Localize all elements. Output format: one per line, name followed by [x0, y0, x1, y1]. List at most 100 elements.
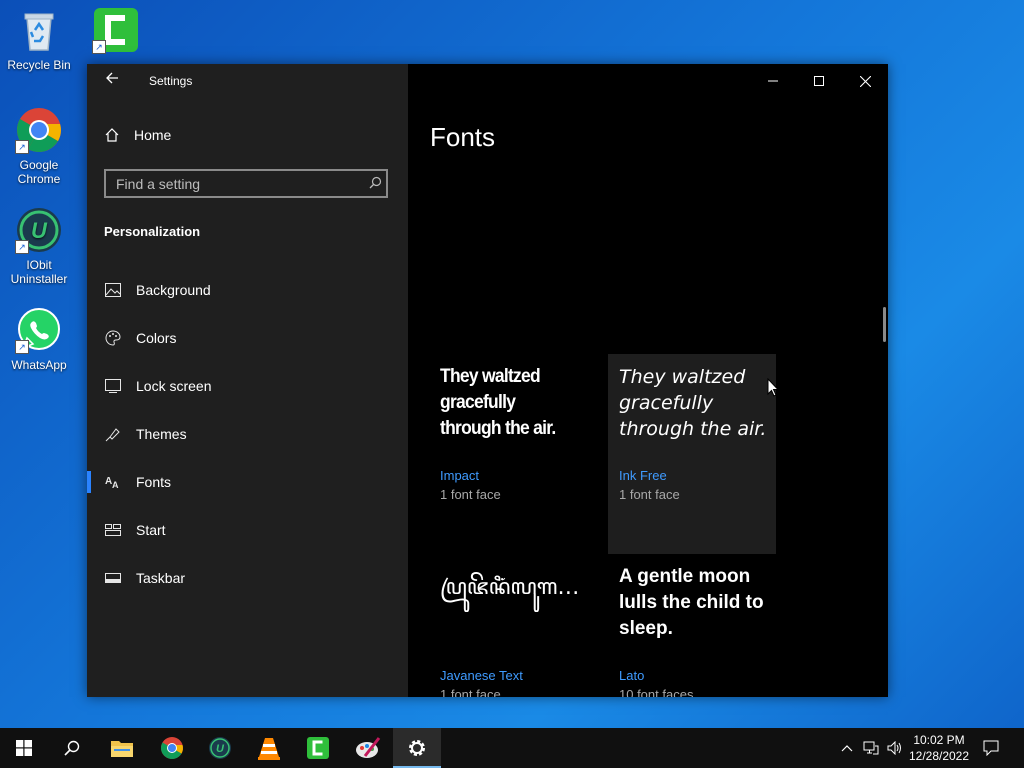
paint-icon [356, 737, 381, 758]
show-hidden-icons-button[interactable] [838, 728, 856, 768]
taskbar-iobit-uninstaller[interactable]: U [196, 728, 244, 768]
nav-item-label: Start [136, 522, 166, 538]
taskbar-icon [104, 573, 122, 583]
network-button[interactable] [860, 728, 882, 768]
desktop-icon-chrome[interactable]: ↗ Google Chrome [1, 106, 77, 186]
nav-item-taskbar[interactable]: Taskbar [87, 554, 408, 602]
close-icon [859, 75, 871, 87]
font-card-lato[interactable]: A gentle moon lulls the child to sleep. … [608, 554, 776, 697]
nav-item-label: Themes [136, 426, 187, 442]
palette-icon [104, 330, 122, 346]
nav-item-colors[interactable]: Colors [87, 314, 408, 362]
back-button[interactable] [100, 70, 124, 92]
shortcut-arrow-icon: ↗ [15, 140, 29, 154]
nav-item-label: Taskbar [136, 570, 186, 586]
taskbar-file-explorer[interactable] [98, 728, 146, 768]
nav-item-themes[interactable]: Themes [87, 410, 408, 458]
start-button[interactable] [0, 728, 48, 768]
settings-content-pane: Fonts They waltzed gracefully through th… [408, 64, 888, 697]
taskbar-paint[interactable] [344, 728, 392, 768]
nav-item-background[interactable]: Background [87, 266, 408, 314]
vlc-icon [258, 738, 280, 760]
font-face-count: 1 font face [619, 487, 680, 502]
window-title: Settings [149, 74, 193, 88]
font-name: Ink Free [619, 468, 667, 483]
taskbar-vlc[interactable] [245, 728, 293, 768]
clock-date: 12/28/2022 [908, 749, 970, 763]
shortcut-arrow-icon: ↗ [15, 240, 29, 254]
close-button[interactable] [842, 64, 888, 98]
svg-text:A: A [112, 480, 119, 489]
desktop-icon-iobit[interactable]: U ↗ IObit Uninstaller [1, 206, 77, 286]
nav-item-fonts[interactable]: AA Fonts [87, 458, 408, 506]
font-name: Lato [619, 668, 645, 683]
desktop-icon-label: Google Chrome [17, 158, 61, 186]
back-arrow-icon [106, 72, 118, 84]
font-card-impact[interactable]: They waltzed gracefully through the air.… [429, 354, 597, 554]
font-name: Impact [440, 468, 480, 483]
windows-logo-icon [16, 740, 32, 756]
taskbar-search-button[interactable] [48, 728, 96, 768]
nav-menu: Background Colors Lock screen Themes A A… [87, 266, 408, 602]
chevron-up-icon [841, 745, 853, 752]
settings-gear-icon [409, 740, 425, 756]
notification-icon [983, 740, 999, 756]
nav-item-label: Lock screen [136, 378, 212, 394]
fonts-icon: AA [104, 475, 122, 489]
maximize-icon [814, 76, 824, 86]
font-sample: A gentle moon lulls the child to sleep. [619, 566, 764, 639]
iobit-uninstaller-icon: U [209, 737, 231, 759]
desktop-icon-camtasia[interactable]: ↗ [78, 6, 154, 58]
svg-text:U: U [31, 218, 48, 243]
minimize-button[interactable] [750, 64, 796, 98]
nav-item-label: Fonts [136, 474, 172, 490]
font-sample: They waltzed gracefully through the air. [440, 366, 556, 439]
font-face-count: 1 font face [440, 487, 501, 502]
start-icon [104, 524, 122, 536]
search-icon[interactable] [364, 176, 386, 192]
settings-nav-pane: Settings Home Personalization Background [87, 64, 408, 697]
taskbar: U 10:02 PM 12/28/2022 [0, 728, 1024, 768]
home-icon [105, 128, 119, 142]
camtasia-icon: ↗ [92, 6, 140, 54]
desktop-icon-label: Recycle Bin [7, 58, 71, 72]
taskbar-clock[interactable]: 10:02 PM 12/28/2022 [900, 732, 978, 764]
taskbar-chrome[interactable] [148, 728, 196, 768]
font-card-ink-free[interactable]: They waltzed gracefully through the air.… [608, 354, 776, 554]
desktop-icon-whatsapp[interactable]: ↗ WhatsApp [1, 306, 77, 372]
shortcut-arrow-icon: ↗ [92, 40, 106, 54]
maximize-button[interactable] [796, 64, 842, 98]
font-sample: They waltzed gracefully through the air. [619, 366, 767, 440]
nav-item-start[interactable]: Start [87, 506, 408, 554]
font-name: Javanese Text [440, 668, 523, 683]
font-card-javanese-text[interactable]: ꦥꦿꦸꦗꦼꦤꦶꦁꦭꦸꦒ… Javanese Text 1 font face [429, 554, 597, 697]
themes-icon [104, 426, 122, 442]
home-link[interactable]: Home [104, 127, 171, 143]
nav-item-label: Colors [136, 330, 177, 346]
mouse-cursor-icon [767, 378, 779, 397]
nav-item-label: Background [136, 282, 211, 298]
chrome-icon: ↗ [15, 106, 63, 154]
scrollbar-thumb[interactable] [883, 307, 886, 342]
shortcut-arrow-icon: ↗ [15, 340, 29, 354]
taskbar-camtasia[interactable] [294, 728, 342, 768]
iobit-uninstaller-icon: U ↗ [15, 206, 63, 254]
nav-item-lock-screen[interactable]: Lock screen [87, 362, 408, 410]
search-box[interactable] [104, 169, 388, 198]
file-explorer-icon [111, 741, 133, 757]
section-heading: Personalization [104, 224, 201, 239]
desktop-icon-label: IObit Uninstaller [10, 258, 68, 286]
network-icon [863, 741, 879, 755]
lock-screen-icon [104, 379, 122, 393]
desktop-icon-label: WhatsApp [11, 358, 67, 372]
search-input[interactable] [106, 174, 364, 193]
clock-time: 10:02 PM [913, 733, 965, 747]
recycle-bin-icon [15, 6, 63, 54]
svg-text:U: U [216, 743, 225, 755]
desktop-icon-recycle-bin[interactable]: Recycle Bin [1, 6, 77, 72]
font-sample: ꦥꦿꦸꦗꦼꦤꦶꦁꦭꦸꦒ… [440, 575, 580, 600]
action-center-button[interactable] [978, 728, 1004, 768]
home-label: Home [134, 127, 172, 143]
chrome-icon [161, 737, 183, 759]
taskbar-settings[interactable] [393, 728, 441, 768]
